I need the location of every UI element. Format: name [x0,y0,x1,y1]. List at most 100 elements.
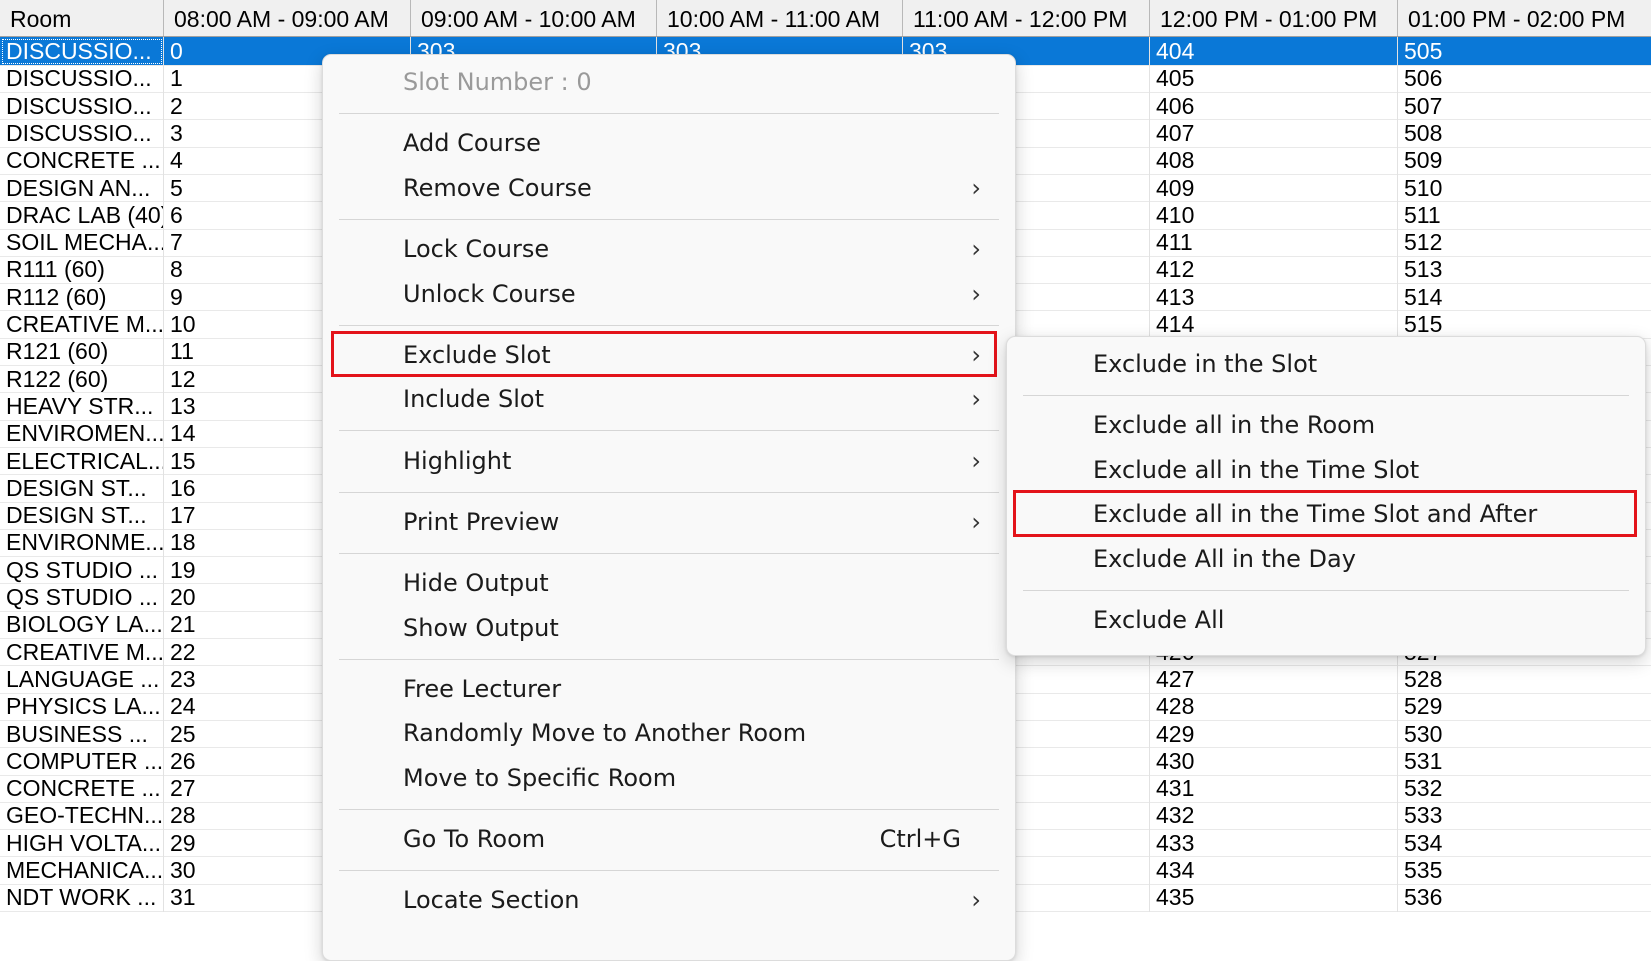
menu-item-print-preview[interactable]: Print Preview › [339,500,999,544]
slot-cell[interactable]: 514 [1398,283,1651,312]
menu-item-remove-course[interactable]: Remove Course › [339,166,999,210]
menu-item-include-slot[interactable]: Include Slot › [339,377,999,421]
slot-cell[interactable]: 509 [1398,146,1651,175]
slot-cell[interactable]: 408 [1150,146,1398,175]
column-header-slot-6[interactable]: 01:00 PM - 02:00 PM [1398,0,1651,36]
menu-item-exclude-all[interactable]: Exclude All [1023,598,1629,642]
room-name-cell[interactable]: DISCUSSIO... [0,118,164,148]
slot-cell[interactable]: 535 [1398,856,1651,885]
room-name-cell[interactable]: R121 (60) [0,337,164,367]
slot-cell[interactable]: 430 [1150,746,1398,776]
room-name-cell[interactable]: BIOLOGY LA... [0,610,164,640]
menu-item-exclude-slot[interactable]: Exclude Slot › [339,333,999,377]
slot-cell[interactable]: 530 [1398,720,1651,749]
slot-cell[interactable]: 410 [1150,200,1398,230]
room-name-cell[interactable]: DESIGN ST... [0,501,164,530]
menu-item-exclude-in-the-slot[interactable]: Exclude in the Slot [1023,342,1629,386]
room-name-cell[interactable]: QS STUDIO ... [0,555,164,585]
menu-item-randomly-move-to-another-room[interactable]: Randomly Move to Another Room [339,711,999,755]
menu-item-highlight[interactable]: Highlight › [339,439,999,483]
room-name-cell[interactable]: DISCUSSIO... [0,37,164,66]
menu-item-exclude-all-in-the-room[interactable]: Exclude all in the Room [1023,403,1629,447]
room-name-cell[interactable]: HEAVY STR... [0,391,164,421]
slot-cell[interactable]: 433 [1150,828,1398,858]
slot-cell[interactable]: 536 [1398,883,1651,912]
slot-cell[interactable]: 432 [1150,801,1398,831]
column-header-slot-5[interactable]: 12:00 PM - 01:00 PM [1150,0,1398,36]
slot-cell[interactable]: 512 [1398,228,1651,257]
slot-cell[interactable]: 412 [1150,255,1398,285]
room-name-cell[interactable]: R112 (60) [0,282,164,312]
menu-item-exclude-all-in-the-day[interactable]: Exclude All in the Day [1023,537,1629,581]
room-name-cell[interactable]: DRAC LAB (40) [0,200,164,230]
room-name-cell[interactable]: R122 (60) [0,364,164,394]
slot-cell[interactable]: 431 [1150,774,1398,803]
room-name-cell[interactable]: COMPUTER ... [0,746,164,776]
column-header-slot-4[interactable]: 11:00 AM - 12:00 PM [903,0,1150,36]
slot-cell[interactable]: 515 [1398,310,1651,339]
slot-cell[interactable]: 435 [1150,883,1398,913]
menu-item-move-to-specific-room[interactable]: Move to Specific Room [339,756,999,800]
menu-item-show-output[interactable]: Show Output [339,606,999,650]
room-name-cell[interactable]: LANGUAGE ... [0,664,164,694]
room-name-cell[interactable]: CREATIVE M... [0,310,164,339]
slot-cell[interactable]: 532 [1398,774,1651,803]
room-name-cell[interactable]: NDT WORK ... [0,883,164,913]
room-name-cell[interactable]: QS STUDIO ... [0,583,164,612]
slot-cell[interactable]: 427 [1150,664,1398,694]
room-name-cell[interactable]: DISCUSSIO... [0,64,164,94]
room-name-cell[interactable]: MECHANICA... [0,856,164,885]
slot-cell[interactable]: 508 [1398,119,1651,148]
slot-cell[interactable]: 429 [1150,719,1398,749]
slot-cell[interactable]: 404 [1150,37,1398,66]
slot-cell[interactable]: 510 [1398,174,1651,203]
room-name-cell[interactable]: DESIGN AN... [0,173,164,203]
slot-cell[interactable]: 531 [1398,747,1651,776]
room-name-cell[interactable]: CONCRETE ... [0,774,164,803]
room-name-cell[interactable]: SOIL MECHA... [0,228,164,257]
slot-cell[interactable]: 528 [1398,665,1651,694]
menu-item-locate-section[interactable]: Locate Section › [339,878,999,922]
room-name-cell[interactable]: CREATIVE M... [0,637,164,667]
room-name-cell[interactable]: BUSINESS ... [0,719,164,749]
column-header-slot-1[interactable]: 08:00 AM - 09:00 AM [164,0,411,36]
menu-item-unlock-course[interactable]: Unlock Course › [339,272,999,316]
room-name-cell[interactable]: GEO-TECHN... [0,801,164,831]
menu-item-go-to-room[interactable]: Go To Room Ctrl+G [339,817,999,861]
room-name-cell[interactable]: ENVIROMEN... [0,419,164,448]
slot-cell[interactable]: 428 [1150,692,1398,721]
room-name-cell[interactable]: DISCUSSIO... [0,91,164,121]
menu-item-exclude-all-in-the-time-slot[interactable]: Exclude all in the Time Slot [1023,448,1629,492]
slot-cell[interactable]: 511 [1398,201,1651,230]
room-name-cell[interactable]: HIGH VOLTA... [0,828,164,858]
room-name-cell[interactable]: ENVIRONME... [0,528,164,558]
slot-cell[interactable]: 414 [1150,310,1398,339]
menu-item-exclude-all-in-the-time-slot-and-after[interactable]: Exclude all in the Time Slot and After [1023,492,1629,536]
slot-cell[interactable]: 413 [1150,282,1398,312]
slot-cell[interactable]: 411 [1150,228,1398,257]
column-header-slot-2[interactable]: 09:00 AM - 10:00 AM [411,0,657,36]
menu-item-free-lecturer[interactable]: Free Lecturer [339,667,999,711]
menu-item-lock-course[interactable]: Lock Course › [339,227,999,271]
room-name-cell[interactable]: DESIGN ST... [0,473,164,503]
slot-cell[interactable]: 513 [1398,255,1651,284]
slot-cell[interactable]: 505 [1398,37,1651,66]
slot-cell[interactable]: 409 [1150,173,1398,203]
slot-cell[interactable]: 507 [1398,92,1651,121]
slot-cell[interactable]: 533 [1398,801,1651,830]
slot-cell[interactable]: 406 [1150,91,1398,121]
slot-cell[interactable]: 529 [1398,692,1651,721]
menu-item-hide-output[interactable]: Hide Output [339,561,999,605]
slot-cell[interactable]: 534 [1398,829,1651,858]
menu-item-add-course[interactable]: Add Course [339,121,999,165]
slot-cell[interactable]: 407 [1150,118,1398,148]
room-name-cell[interactable]: R111 (60) [0,255,164,285]
column-header-room[interactable]: Room [0,0,164,36]
slot-cell[interactable]: 434 [1150,856,1398,885]
slot-cell[interactable]: 506 [1398,64,1651,93]
slot-cell[interactable]: 405 [1150,64,1398,94]
column-header-slot-3[interactable]: 10:00 AM - 11:00 AM [657,0,903,36]
room-name-cell[interactable]: PHYSICS LA... [0,692,164,721]
room-name-cell[interactable]: CONCRETE ... [0,146,164,175]
room-name-cell[interactable]: ELECTRICAL... [0,446,164,476]
